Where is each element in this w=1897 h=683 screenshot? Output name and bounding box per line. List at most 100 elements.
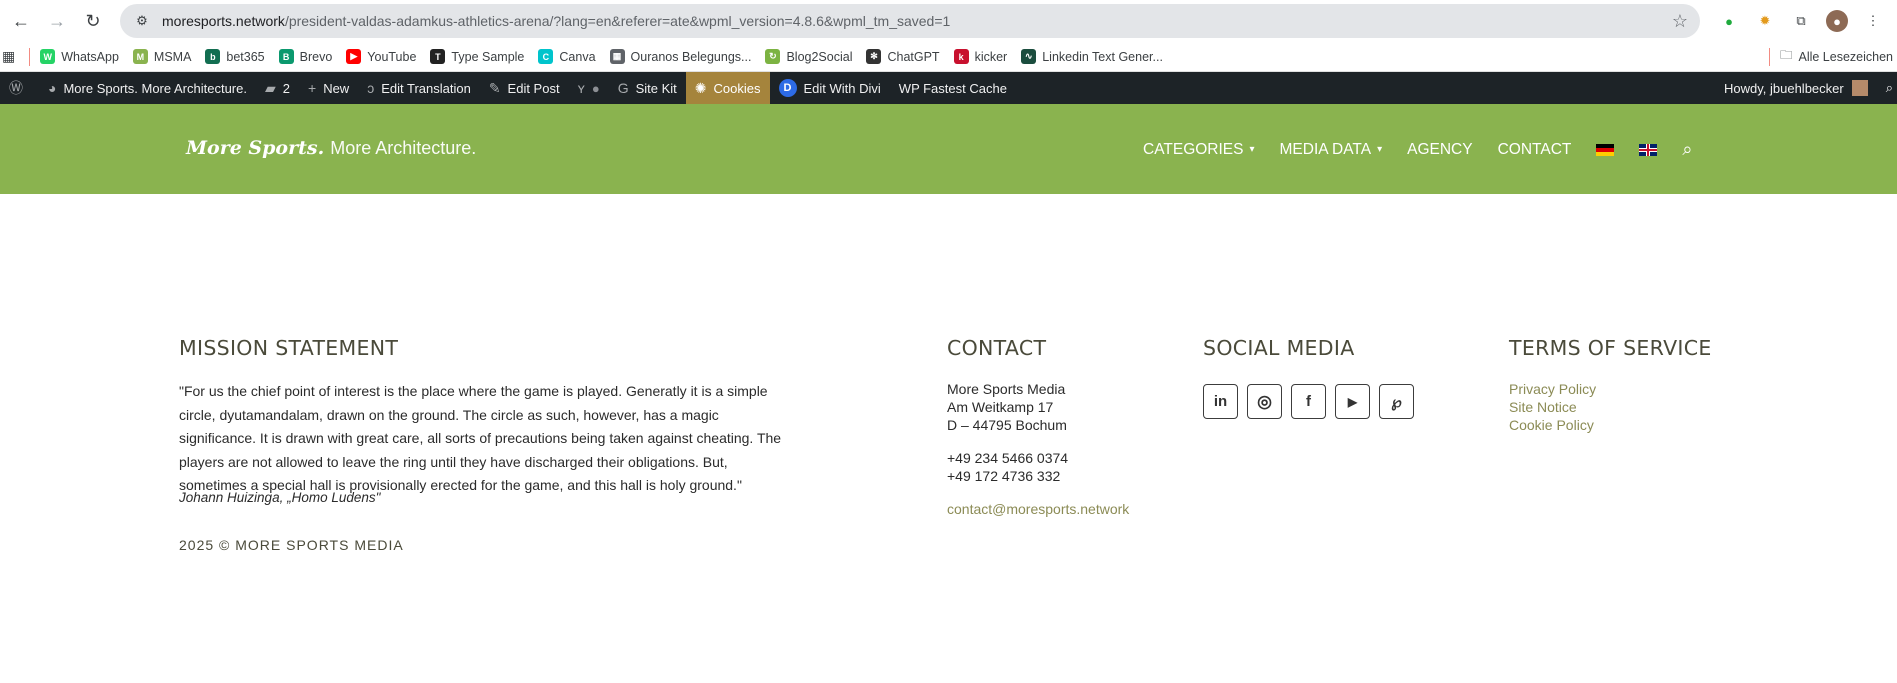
cookie-extension-icon[interactable]: ✹ (1754, 10, 1776, 32)
bookmark-favicon-icon: W (40, 49, 56, 64)
bookmark-label: Linkedin Text Gener... (1042, 49, 1163, 64)
cookies-label: Cookies (713, 80, 761, 96)
bookmark-favicon-icon: B (278, 49, 294, 64)
bookmark-favicon-icon: T (430, 49, 446, 64)
wordpress-icon: Ⓦ (9, 80, 23, 96)
cookie-icon: ✺ (694, 79, 707, 96)
site-info-icon[interactable]: ⚙ (132, 11, 152, 31)
wp-new[interactable]: + New (299, 72, 358, 104)
edit-translation-label: Edit Translation (381, 80, 471, 96)
wp-search-icon[interactable]: ⌕ (1877, 72, 1897, 104)
contact-street: Am Weitkamp 17 (947, 399, 1054, 415)
bookmark-item[interactable]: M MSMA (132, 49, 191, 64)
browser-menu-icon[interactable]: ⋮ (1862, 10, 1884, 32)
yoast-icon: ʏ (577, 80, 585, 96)
bookmark-item[interactable]: T Type Sample (430, 49, 524, 64)
search-icon[interactable]: ⌕ (1682, 139, 1692, 160)
linkedin-icon[interactable]: in (1203, 384, 1238, 419)
bookmark-item[interactable]: ✻ ChatGPT (866, 49, 940, 64)
site-footer: MISSION STATEMENT "For us the chief poin… (0, 194, 1897, 681)
profile-avatar-icon[interactable]: ● (1826, 10, 1848, 32)
forward-icon[interactable]: → (42, 6, 72, 36)
bookmark-label: ChatGPT (887, 49, 940, 64)
wp-logo-item[interactable]: Ⓦ (0, 72, 39, 104)
nav-media-data[interactable]: MEDIA DATA ▾ (1280, 141, 1383, 159)
bookmark-favicon-icon: k (953, 49, 969, 64)
site-header: More Sports. More Architecture. CATEGORIE… (0, 104, 1897, 194)
logo-light-text: More Architecture. (330, 138, 477, 158)
apps-grid-icon[interactable]: ▦ (2, 48, 15, 65)
edit-post-label: Edit Post (507, 80, 560, 96)
contact-phone-1: +49 234 5466 0374 (947, 450, 1069, 466)
wp-admin-bar: Ⓦ ◕ More Sports. More Architecture. ▰ 2 + N… (0, 72, 1897, 104)
google-icon: G (617, 80, 629, 96)
main-navigation: CATEGORIES ▾ MEDIA DATA ▾ AGENCY CONTACT ⌕ (1143, 139, 1692, 160)
bookmark-item[interactable]: ▦ Ouranos Belegungs... (609, 49, 752, 64)
wp-comments[interactable]: ▰ 2 (256, 72, 299, 104)
user-avatar (1851, 80, 1868, 96)
bookmark-favicon-icon: C (538, 49, 554, 64)
bookmark-item[interactable]: ▶ YouTube (346, 49, 416, 64)
bookmark-item[interactable]: B Brevo (278, 49, 333, 64)
address-bar[interactable]: ⚙ moresports.network/president-valdas-ad… (120, 4, 1700, 38)
cookie-policy-link[interactable]: Cookie Policy (1509, 416, 1596, 434)
privacy-policy-link[interactable]: Privacy Policy (1509, 380, 1596, 398)
facebook-icon[interactable]: f (1291, 384, 1326, 419)
bookmark-star-icon[interactable]: ☆ (1672, 11, 1688, 32)
wp-edit-post[interactable]: ✎ Edit Post (480, 72, 569, 104)
bookmark-label: Ouranos Belegungs... (630, 49, 752, 64)
terms-links: Privacy Policy Site Notice Cookie Policy (1509, 380, 1596, 434)
comment-count: 2 (282, 80, 290, 96)
wp-site-kit[interactable]: G Site Kit (609, 72, 686, 104)
bookmark-favicon-icon: M (132, 49, 148, 64)
bookmark-item[interactable]: b bet365 (205, 49, 265, 64)
quote-author: Johann Huizinga, „Homo Ludens" (179, 490, 381, 505)
reload-icon[interactable]: ↻ (78, 6, 108, 36)
bookmark-item[interactable]: ∿ Linkedin Text Gener... (1021, 49, 1163, 64)
contact-email-link[interactable]: contact@moresports.network (947, 500, 1129, 518)
bookmark-label: Type Sample (451, 49, 525, 64)
bookmark-favicon-icon: ✻ (866, 49, 882, 64)
pinterest-icon[interactable]: ℘ (1379, 384, 1414, 419)
bookmark-item[interactable]: ↻ Blog2Social (765, 49, 852, 64)
wp-edit-with-divi[interactable]: D Edit With Divi (770, 72, 890, 104)
bookmark-label: Brevo (299, 49, 333, 64)
wp-edit-translation[interactable]: ↄ Edit Translation (358, 72, 480, 104)
nav-categories[interactable]: CATEGORIES ▾ (1143, 141, 1255, 159)
terms-of-service-title: TERMS OF SERVICE (1509, 336, 1712, 360)
fastest-cache-label: WP Fastest Cache (898, 80, 1007, 96)
plus-icon: + (308, 80, 317, 96)
extensions-puzzle-icon[interactable]: ⧉ (1790, 10, 1812, 32)
nav-agency[interactable]: AGENCY (1407, 141, 1472, 159)
nav-contact[interactable]: CONTACT (1498, 141, 1572, 159)
site-notice-link[interactable]: Site Notice (1509, 398, 1596, 416)
bookmark-label: kicker (974, 49, 1008, 64)
folder-icon: 🗀 (1779, 48, 1793, 62)
wp-howdy[interactable]: Howdy, jbuehlbecker (1715, 72, 1877, 104)
bookmark-favicon-icon: b (205, 49, 221, 64)
site-logo[interactable]: More Sports. More Architecture. (186, 137, 476, 160)
bookmark-item[interactable]: C Canva (538, 49, 596, 64)
bookmark-item[interactable]: W WhatsApp (40, 49, 119, 64)
bookmark-favicon-icon: ∿ (1021, 49, 1037, 64)
comment-icon: ▰ (264, 79, 276, 96)
new-label: New (323, 80, 350, 96)
copyright-notice: 2025 © MORE SPORTS MEDIA (179, 537, 404, 553)
all-bookmarks[interactable]: 🗀 Alle Lesezeichen (1759, 46, 1897, 67)
bookmark-favicon-icon: ▦ (609, 49, 625, 64)
wp-cookies[interactable]: ✺ Cookies (685, 72, 770, 104)
german-flag-icon[interactable] (1596, 143, 1615, 156)
howdy-label: Howdy, jbuehlbecker (1724, 80, 1844, 96)
youtube-icon[interactable]: ▶ (1335, 384, 1370, 419)
bookmarks-divider-right (1768, 47, 1770, 66)
english-flag-icon[interactable] (1639, 143, 1658, 156)
wp-site-name[interactable]: ◕ More Sports. More Architecture. (39, 72, 256, 104)
wp-yoast[interactable]: ʏ ● (569, 72, 609, 104)
contact-details: More Sports Media Am Weitkamp 17 D – 447… (947, 380, 1129, 518)
back-icon[interactable]: ← (6, 6, 36, 36)
evernote-extension-icon[interactable]: ● (1718, 10, 1740, 32)
wp-fastest-cache[interactable]: WP Fastest Cache (890, 72, 1016, 104)
instagram-icon[interactable]: ◎ (1247, 384, 1282, 419)
bookmark-item[interactable]: k kicker (953, 49, 1008, 64)
bookmark-label: Blog2Social (786, 49, 853, 64)
